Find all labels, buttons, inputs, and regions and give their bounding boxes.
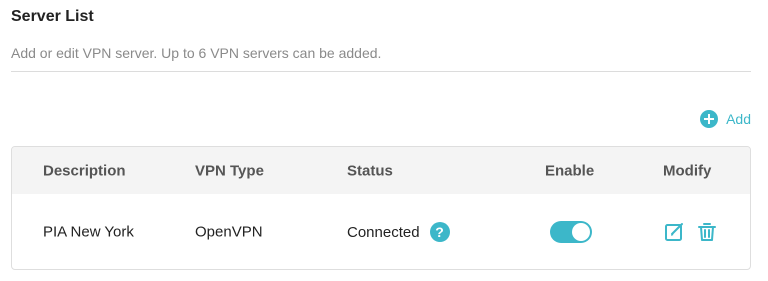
edit-icon[interactable] bbox=[664, 221, 686, 243]
vpn-server-list-page: Server List Add or edit VPN server. Up t… bbox=[0, 0, 768, 281]
row-status: Connected ? bbox=[347, 222, 450, 242]
add-label: Add bbox=[726, 111, 751, 127]
trash-icon[interactable] bbox=[696, 221, 718, 243]
header-modify: Modify bbox=[663, 162, 712, 179]
section-description: Add or edit VPN server. Up to 6 VPN serv… bbox=[11, 45, 382, 61]
header-vpn-type: VPN Type bbox=[195, 162, 264, 179]
header-description: Description bbox=[43, 162, 126, 179]
table-row: PIA New York OpenVPN Connected ? bbox=[12, 194, 750, 269]
table-header: Description VPN Type Status Enable Modif… bbox=[12, 147, 750, 194]
section-title: Server List bbox=[11, 8, 94, 25]
row-description: PIA New York bbox=[43, 223, 134, 240]
toggle-knob bbox=[572, 222, 590, 241]
question-circle-icon[interactable]: ? bbox=[429, 222, 450, 242]
header-status: Status bbox=[347, 162, 393, 179]
modify-actions bbox=[664, 221, 718, 243]
status-text: Connected bbox=[347, 223, 420, 241]
header-enable: Enable bbox=[545, 162, 595, 179]
plus-circle-icon bbox=[700, 110, 719, 128]
enable-toggle[interactable] bbox=[550, 220, 592, 243]
row-vpn-type: OpenVPN bbox=[195, 223, 263, 240]
server-table: Description VPN Type Status Enable Modif… bbox=[11, 146, 751, 270]
add-button[interactable]: Add bbox=[700, 110, 751, 128]
divider bbox=[11, 71, 751, 72]
